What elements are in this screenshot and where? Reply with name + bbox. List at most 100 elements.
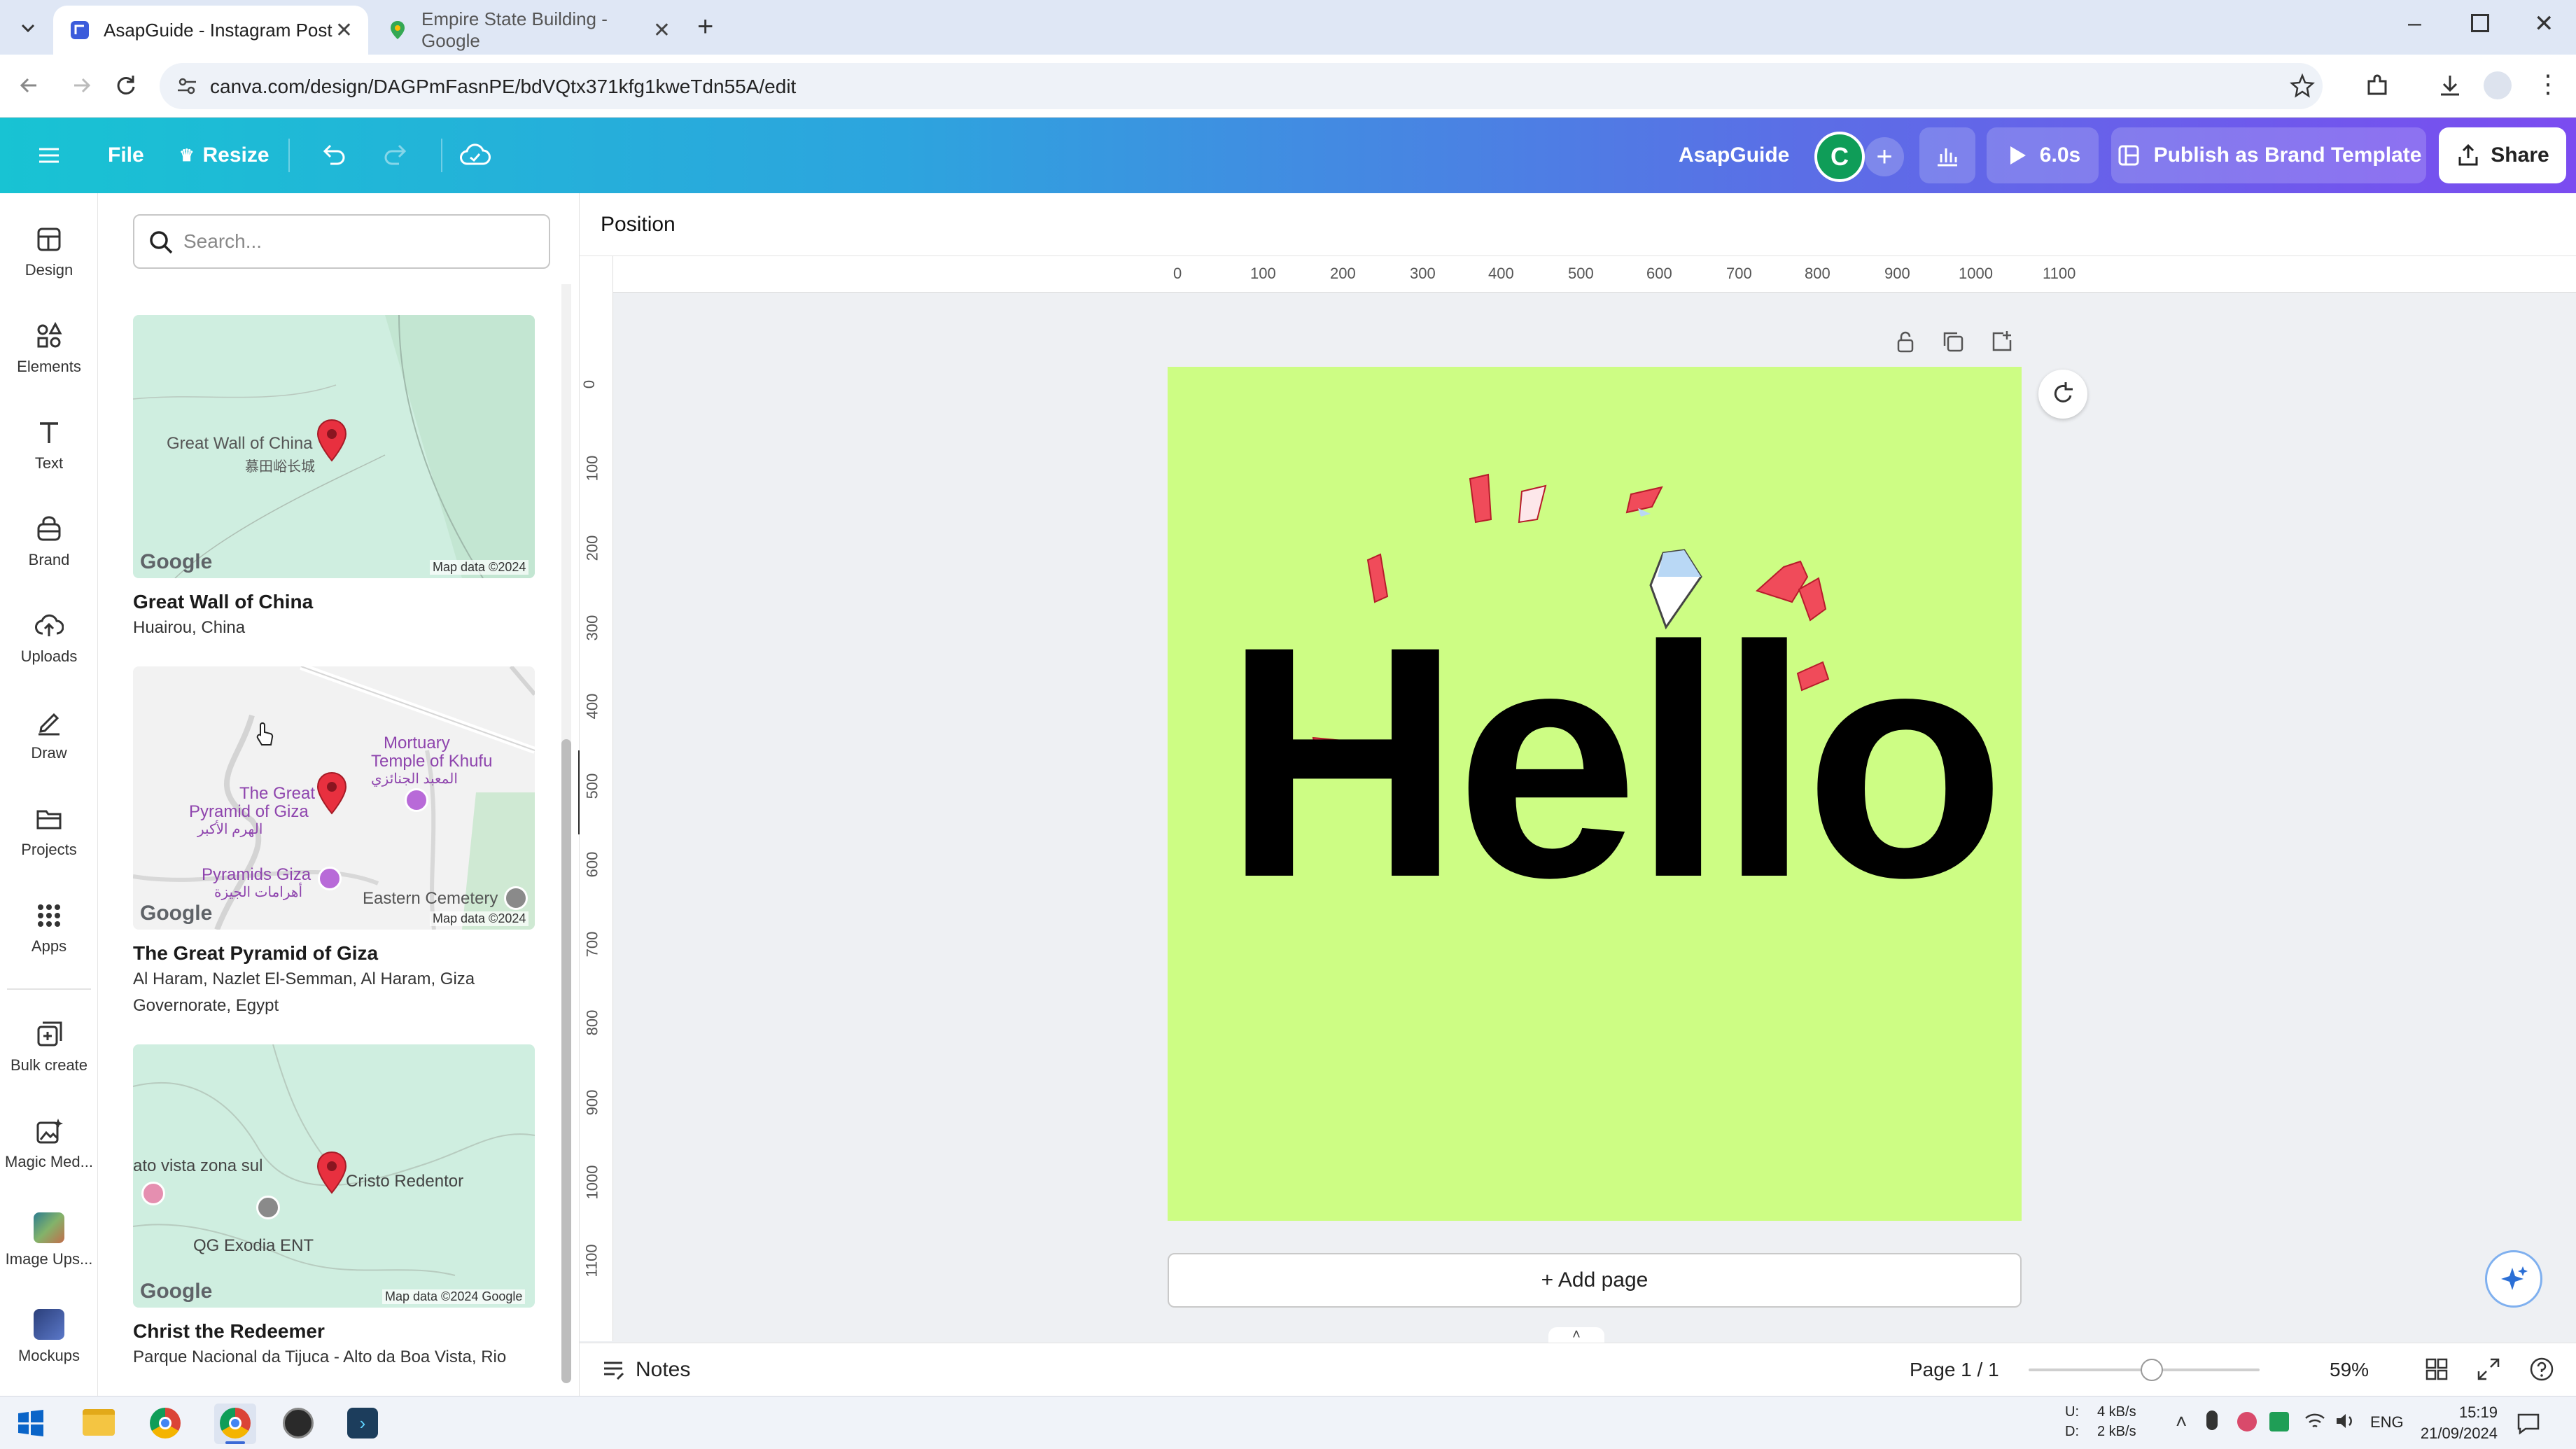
downloads-icon[interactable] <box>2436 71 2464 99</box>
lock-page-icon[interactable] <box>1893 329 1918 354</box>
rail-item-mockups[interactable]: Mockups <box>0 1295 98 1379</box>
terminal-app-icon[interactable]: › <box>347 1408 378 1438</box>
invite-plus-button[interactable]: + <box>1865 137 1904 176</box>
magic-assistant-button[interactable] <box>2485 1250 2542 1308</box>
wifi-icon[interactable] <box>2303 1409 2327 1433</box>
google-logo: Google <box>140 902 213 925</box>
rail-item-design[interactable]: Design <box>0 210 98 294</box>
site-info-icon[interactable] <box>175 74 199 98</box>
timer-label: 6.0s <box>2039 144 2081 167</box>
file-explorer-icon[interactable] <box>83 1409 115 1436</box>
refresh-design-icon[interactable] <box>2038 370 2087 419</box>
clock[interactable]: 15:19 21/09/2024 <box>2414 1402 2498 1444</box>
fullscreen-icon[interactable] <box>2475 1356 2502 1382</box>
grid-view-icon[interactable] <box>2423 1356 2450 1382</box>
tray-overflow-chevron-icon[interactable]: ˄ <box>2176 1410 2187 1433</box>
browser-menu-icon[interactable]: ⋮ <box>2535 70 2561 98</box>
main-menu-icon[interactable] <box>36 118 62 193</box>
rail-item-draw[interactable]: Draw <box>0 693 98 777</box>
url-field[interactable]: canva.com/design/DAGPmFasnPE/bdVQtx371kf… <box>160 63 2323 109</box>
browser-address-bar: canva.com/design/DAGPmFasnPE/bdVQtx371kf… <box>0 55 2576 118</box>
map-thumbnail-pyramid[interactable]: Mortuary Temple of Khufu المعبد الجنائزي… <box>133 666 535 930</box>
tray-app-icon[interactable] <box>2237 1412 2257 1432</box>
ruler-tick: 900 <box>583 1089 601 1116</box>
rail-item-text[interactable]: Text <box>0 403 98 487</box>
rail-item-brand[interactable]: Brand <box>0 500 98 584</box>
back-icon[interactable] <box>15 71 43 99</box>
rail-item-uploads[interactable]: Uploads <box>0 596 98 680</box>
panel-scrollbar-thumb[interactable] <box>561 739 571 1383</box>
forward-icon[interactable] <box>67 71 95 99</box>
map-label-arabic: الهرم الأكبر <box>197 822 263 837</box>
present-play-button[interactable]: 6.0s <box>1987 127 2099 183</box>
profile-avatar-icon[interactable] <box>2484 71 2512 99</box>
undo-icon[interactable] <box>318 118 349 193</box>
speedometer-app-icon[interactable] <box>283 1408 314 1438</box>
notes-button[interactable]: Notes <box>601 1357 690 1382</box>
team-name[interactable]: AsapGuide <box>1679 118 1789 193</box>
rail-item-image-upscaler[interactable]: Image Ups... <box>0 1198 98 1282</box>
close-tab-icon[interactable]: ✕ <box>653 18 671 43</box>
add-page-button[interactable]: + Add page <box>1168 1253 2022 1308</box>
duplicate-page-icon[interactable] <box>1940 329 1966 354</box>
map-thumbnail-great-wall[interactable]: Great Wall of China 慕田峪长城 Google Map dat… <box>133 315 535 578</box>
windows-start-icon[interactable] <box>17 1409 45 1437</box>
language-indicator[interactable]: ENG <box>2370 1413 2404 1432</box>
reload-icon[interactable] <box>112 71 140 99</box>
apps-icon <box>38 904 60 927</box>
design-page[interactable]: Hello <box>1168 367 2022 1221</box>
browser-tab-empire-state[interactable]: Empire State Building - Google ✕ <box>371 6 686 55</box>
bookmark-star-icon[interactable] <box>2289 73 2316 99</box>
chrome-icon[interactable] <box>150 1408 181 1438</box>
resize-button[interactable]: ♛ Resize <box>179 118 270 193</box>
zoom-slider[interactable] <box>2029 1359 2260 1381</box>
windows-taskbar: › U: 4 kB/s D: 2 kB/s ˄ ENG 15:19 21/09/20… <box>0 1396 2576 1449</box>
rail-divider <box>7 988 91 990</box>
result-title[interactable]: The Great Pyramid of Giza <box>133 942 378 965</box>
help-icon[interactable] <box>2528 1356 2555 1382</box>
hello-headline[interactable]: Hello <box>1224 598 2005 927</box>
close-window-icon[interactable]: ✕ <box>2534 10 2554 38</box>
show-pages-chevron-icon[interactable]: ˄ <box>1548 1327 1604 1344</box>
redo-icon[interactable] <box>381 118 412 193</box>
share-label: Share <box>2491 144 2549 167</box>
share-button[interactable]: Share <box>2439 127 2566 183</box>
rail-item-projects[interactable]: Projects <box>0 790 98 874</box>
file-menu-button[interactable]: File <box>108 118 144 193</box>
chrome-active-icon[interactable] <box>214 1404 256 1444</box>
minimize-window-icon[interactable]: – <box>2408 10 2421 37</box>
new-tab-icon[interactable]: + <box>697 11 713 43</box>
search-input[interactable]: Search... <box>133 214 550 269</box>
rail-label: Projects <box>21 841 77 858</box>
map-thumbnail-christ-redeemer[interactable]: ato vista zona sul Cristo Redentor QG Ex… <box>133 1044 535 1308</box>
rail-label: Design <box>24 261 74 279</box>
add-page-icon[interactable] <box>1989 329 2015 354</box>
rail-item-magic-media[interactable]: Magic Med... <box>0 1102 98 1186</box>
close-tab-icon[interactable]: ✕ <box>335 18 353 43</box>
notifications-icon[interactable] <box>2516 1410 2541 1436</box>
network-speed-widget: U: 4 kB/s D: 2 kB/s <box>2065 1402 2136 1441</box>
microphone-icon[interactable] <box>2206 1410 2218 1430</box>
text-icon <box>40 422 58 443</box>
rail-item-apps[interactable]: Apps <box>0 886 98 970</box>
rail-label: Uploads <box>20 648 78 665</box>
zoom-slider-thumb[interactable] <box>2141 1359 2163 1381</box>
vertical-ruler: 0 100 200 300 400 500 600 700 800 900 10… <box>580 256 613 1341</box>
tab-list-chevron-icon[interactable] <box>15 15 41 41</box>
user-avatar[interactable]: C <box>1814 132 1865 182</box>
zoom-percent[interactable]: 59% <box>2330 1359 2369 1381</box>
result-title[interactable]: Christ the Redeemer <box>133 1320 325 1343</box>
result-title[interactable]: Great Wall of China <box>133 591 313 613</box>
rail-item-elements[interactable]: Elements <box>0 307 98 391</box>
publish-brand-template-button[interactable]: Publish as Brand Template <box>2111 127 2426 183</box>
extensions-icon[interactable] <box>2363 71 2391 99</box>
rail-item-bulk-create[interactable]: Bulk create <box>0 1005 98 1089</box>
volume-icon[interactable] <box>2334 1409 2358 1433</box>
browser-tab-asapguide[interactable]: AsapGuide - Instagram Post ✕ <box>53 6 368 55</box>
cloud-save-status-icon[interactable] <box>458 118 491 193</box>
insights-button[interactable] <box>1919 127 1975 183</box>
page-indicator[interactable]: Page 1 / 1 <box>1910 1359 1999 1381</box>
restore-window-icon[interactable] <box>2471 14 2489 32</box>
tray-app-icon[interactable] <box>2269 1412 2289 1432</box>
position-button[interactable]: Position <box>601 213 676 237</box>
